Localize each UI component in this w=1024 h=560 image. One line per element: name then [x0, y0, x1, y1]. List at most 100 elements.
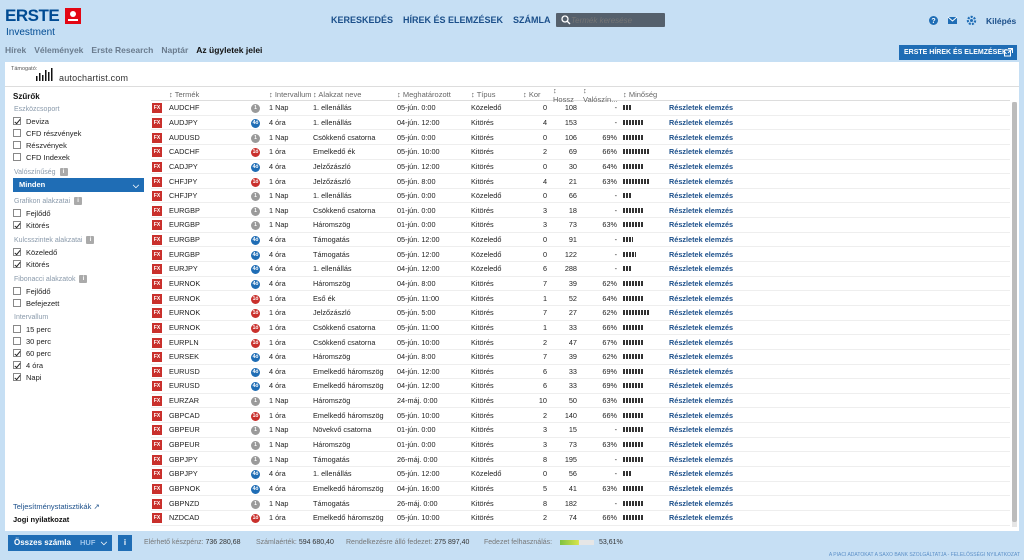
info-icon[interactable]: i [79, 275, 88, 283]
details-link[interactable]: Részletek elemzés [669, 264, 779, 273]
table-row[interactable]: FX EURNOK 4ó 4 óra Háromszög 04-jún. 8:00 Kitö… [151, 277, 1010, 292]
table-row[interactable]: FX GBPNOK 4ó 4 óra Emelkedő háromszög 04-jún.… [151, 482, 1010, 497]
nav-account[interactable]: SZÁMLA [513, 15, 551, 25]
details-link[interactable]: Részletek elemzés [669, 147, 779, 156]
col-type[interactable]: ↕ Típus [471, 90, 521, 99]
table-row[interactable]: FX AUDUSD 1 1 Nap Csökkenő csatorna 05-jún. 0… [151, 130, 1010, 145]
logout-link[interactable]: Kilépés [986, 16, 1016, 26]
details-link[interactable]: Részletek elemzés [669, 484, 779, 493]
table-row[interactable]: FX EURZAR 1 1 Nap Háromszög 24-máj. 0:00 Kitör… [151, 394, 1010, 409]
details-link[interactable]: Részletek elemzés [669, 425, 779, 434]
tab-research[interactable]: Erste Research [91, 45, 153, 55]
table-row[interactable]: FX CADJPY 4ó 4 óra Jelzőzászló 05-jún. 12:00 K… [151, 160, 1010, 175]
details-link[interactable]: Részletek elemzés [669, 279, 779, 288]
scrollbar-thumb[interactable] [1012, 102, 1017, 522]
checkbox-box[interactable] [13, 248, 21, 256]
table-row[interactable]: FX GBPEUR 1 1 Nap Háromszög 01-jún. 0:00 Kitör… [151, 438, 1010, 453]
checkbox-g5-1[interactable]: Befejezett [13, 297, 148, 309]
checkbox-box[interactable] [13, 325, 21, 333]
checkbox-g6-3[interactable]: 4 óra [13, 359, 148, 371]
table-row[interactable]: FX GBPNZD 1 1 Nap Támogatás 26-máj. 0:00 Kitör… [151, 496, 1010, 511]
table-row[interactable]: FX AUDCHF 1 1 Nap 1. ellenállás 05-jún. 0:00 K… [151, 101, 1010, 116]
col-pattern[interactable]: ↕ Alakzat neve [313, 90, 397, 99]
details-link[interactable]: Részletek elemzés [669, 191, 779, 200]
table-row[interactable]: FX EURGBP 4ó 4 óra Támogatás 05-jún. 12:00 Köz… [151, 247, 1010, 263]
details-link[interactable]: Részletek elemzés [669, 381, 779, 390]
details-link[interactable]: Részletek elemzés [669, 235, 779, 244]
details-link[interactable]: Részletek elemzés [669, 133, 779, 142]
details-link[interactable]: Részletek elemzés [669, 162, 779, 171]
details-link[interactable]: Részletek elemzés [669, 308, 779, 317]
details-link[interactable]: Részletek elemzés [669, 411, 779, 420]
details-link[interactable]: Részletek elemzés [669, 367, 779, 376]
checkbox-g3-1[interactable]: Kitörés [13, 219, 148, 231]
mail-icon[interactable] [947, 15, 958, 26]
table-row[interactable]: FX GBPEUR 1 1 Nap Növekvő csatorna 01-jún. 0:… [151, 423, 1010, 438]
tab-news[interactable]: Hírek [5, 45, 26, 55]
erste-news-button[interactable]: ERSTE HÍREK ÉS ELEMZÉSEK [899, 45, 1017, 60]
checkbox-g5-0[interactable]: Fejlődő [13, 285, 148, 297]
col-quality[interactable]: ↕ Minőség [621, 90, 669, 99]
details-link[interactable]: Részletek elemzés [669, 323, 779, 332]
checkbox-g6-1[interactable]: 30 perc [13, 335, 148, 347]
checkbox-box[interactable] [13, 287, 21, 295]
tab-opinions[interactable]: Vélemények [34, 45, 83, 55]
details-link[interactable]: Részletek elemzés [669, 294, 779, 303]
table-row[interactable]: FX AUDJPY 4ó 4 óra 1. ellenállás 04-jún. 12:0… [151, 116, 1010, 131]
gear-icon[interactable] [966, 15, 977, 26]
checkbox-box[interactable] [13, 337, 21, 345]
autochartist-logo[interactable]: autochartist.com [35, 66, 145, 83]
checkbox-box[interactable] [13, 209, 21, 217]
table-row[interactable]: FX EURUSD 4ó 4 óra Emelkedő háromszög 04-jún.… [151, 365, 1010, 380]
checkbox-box[interactable] [13, 221, 21, 229]
details-link[interactable]: Részletek elemzés [669, 513, 779, 522]
details-link[interactable]: Részletek elemzés [669, 220, 779, 229]
col-identified[interactable]: ↕ Meghatározott [397, 90, 471, 99]
details-link[interactable]: Részletek elemzés [669, 177, 779, 186]
checkbox-g1-2[interactable]: Részvények [13, 139, 148, 151]
info-icon[interactable]: i [86, 236, 95, 244]
table-row[interactable]: FX CADCHF 1ó 1 óra Emelkedő ék 05-jún. 10:00 K… [151, 145, 1010, 160]
market-data-disclaimer[interactable]: A PIACI ADATOKAT A SAXO BANK SZOLGÁLTATJ… [829, 552, 1020, 558]
checkbox-g1-0[interactable]: Deviza [13, 115, 148, 127]
erste-logo[interactable]: ERSTE Investment [5, 6, 85, 38]
search-input[interactable] [571, 14, 663, 26]
checkbox-box[interactable] [13, 373, 21, 381]
nav-news[interactable]: HÍREK ÉS ELEMZÉSEK [403, 15, 503, 25]
table-scrollbar[interactable] [1012, 102, 1017, 527]
details-link[interactable]: Részletek elemzés [669, 250, 779, 259]
details-link[interactable]: Részletek elemzés [669, 103, 779, 112]
details-link[interactable]: Részletek elemzés [669, 352, 779, 361]
tab-trade-signals[interactable]: Az ügyletek jelei [196, 45, 262, 55]
checkbox-g3-0[interactable]: Fejlődő [13, 207, 148, 219]
details-link[interactable]: Részletek elemzés [669, 455, 779, 464]
checkbox-box[interactable] [13, 153, 21, 161]
table-row[interactable]: FX GBPJPY 4ó 4 óra 1. ellenállás 05-jún. 12:0… [151, 467, 1010, 482]
details-link[interactable]: Részletek elemzés [669, 338, 779, 347]
checkbox-g1-3[interactable]: CFD Indexek [13, 151, 148, 163]
account-info-button[interactable]: i [118, 535, 132, 551]
checkbox-g6-4[interactable]: Napi [13, 371, 148, 383]
account-select[interactable]: Összes számla HUF ⌵ [8, 535, 112, 551]
checkbox-box[interactable] [13, 361, 21, 369]
checkbox-g6-2[interactable]: 60 perc [13, 347, 148, 359]
table-row[interactable]: FX NZDCAD 1ó 1 óra Emelkedő háromszög 05-jún.… [151, 511, 1010, 526]
table-row[interactable]: FX EURNOK 1ó 1 óra Jelzőzászló 05-jún. 5:00 Ki… [151, 306, 1010, 321]
checkbox-box[interactable] [13, 141, 21, 149]
info-icon[interactable]: i [59, 168, 68, 176]
table-row[interactable]: FX EURPLN 1ó 1 óra Csökkenő csatorna 05-jún. … [151, 335, 1010, 350]
tab-calendar[interactable]: Naptár [161, 45, 188, 55]
probability-select[interactable]: Minden ⌵ [13, 178, 144, 192]
checkbox-box[interactable] [13, 349, 21, 357]
details-link[interactable]: Részletek elemzés [669, 206, 779, 215]
details-link[interactable]: Részletek elemzés [669, 396, 779, 405]
performance-stats-link[interactable]: Teljesítménystatisztikák ↗ [13, 502, 100, 511]
legal-notice-link[interactable]: Jogi nyilatkozat [13, 515, 100, 524]
table-row[interactable]: FX EURNOK 1ó 1 óra Csökkenő csatorna 05-jún. … [151, 321, 1010, 336]
table-row[interactable]: FX EURNOK 1ó 1 óra Eső ék 05-jún. 11:00 Kitöré… [151, 291, 1010, 306]
col-interval[interactable]: ↕ Intervallum [269, 90, 313, 99]
col-product[interactable]: ↕ Termék [169, 90, 251, 99]
details-link[interactable]: Részletek elemzés [669, 440, 779, 449]
col-age[interactable]: ↕ Kor [521, 90, 551, 99]
table-row[interactable]: FX EURGBP 1 1 Nap Háromszög 01-jún. 0:00 Kitör… [151, 218, 1010, 233]
